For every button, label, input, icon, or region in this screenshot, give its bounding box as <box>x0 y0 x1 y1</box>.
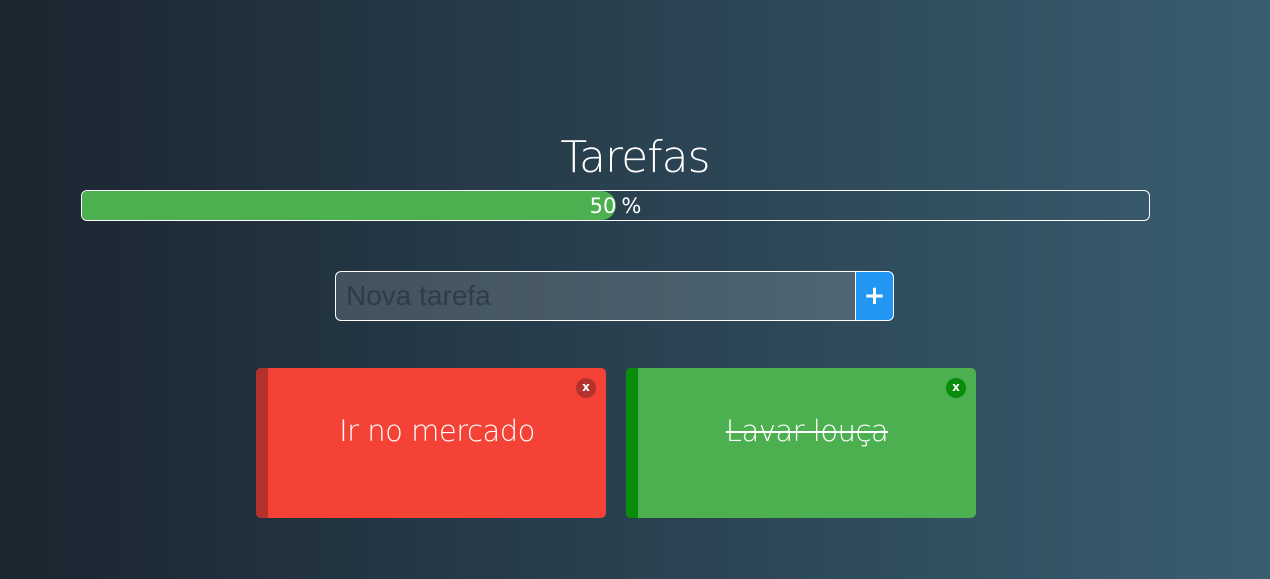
task-card[interactable]: x Ir no mercado <box>256 368 606 518</box>
progress-label: 50% <box>82 191 1149 220</box>
new-task-input[interactable] <box>335 271 856 321</box>
new-task-form: + <box>335 271 894 321</box>
task-status-bar <box>256 368 268 518</box>
progress-unit: % <box>621 194 642 218</box>
task-text: Ir no mercado <box>339 414 535 448</box>
add-task-button[interactable]: + <box>855 271 894 321</box>
task-card[interactable]: x Lavar louça <box>626 368 976 518</box>
task-list: x Ir no mercado x Lavar louça <box>256 368 976 518</box>
page-title: Tarefas <box>560 132 710 183</box>
progress-bar: 50% <box>81 190 1150 221</box>
progress-value: 50 <box>589 194 617 218</box>
delete-task-button[interactable]: x <box>576 378 596 398</box>
task-text: Lavar louça <box>725 414 889 448</box>
task-status-bar <box>626 368 638 518</box>
delete-task-button[interactable]: x <box>946 378 966 398</box>
